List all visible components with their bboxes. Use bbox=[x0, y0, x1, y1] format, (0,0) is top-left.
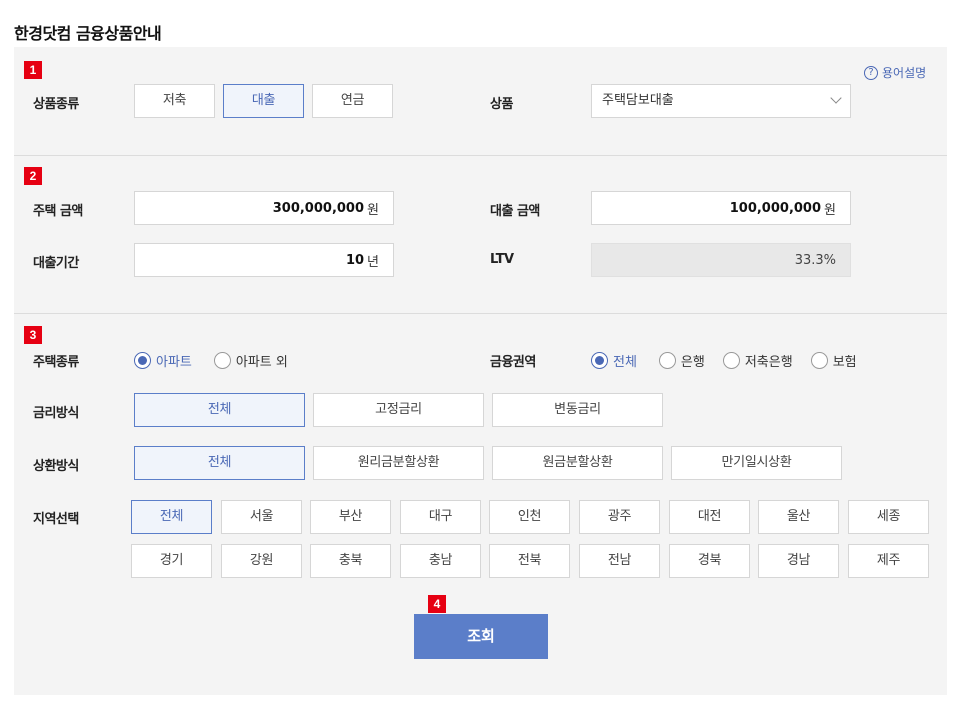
region-daejeon[interactable]: 대전 bbox=[669, 500, 750, 534]
housing-type-group: 아파트 아파트 외 bbox=[134, 351, 310, 370]
region-gyeonggi[interactable]: 경기 bbox=[131, 544, 212, 578]
loan-amount-label: 대출 금액 bbox=[490, 204, 540, 219]
step-badge-4: 4 bbox=[428, 595, 446, 613]
region-sejong[interactable]: 세종 bbox=[848, 500, 929, 534]
region-busan[interactable]: 부산 bbox=[310, 500, 391, 534]
product-select[interactable]: 주택담보대출 bbox=[591, 84, 851, 118]
loan-period-unit: 년 bbox=[367, 254, 379, 270]
search-panel: 1 ? 용어설명 상품종류 저축 대출 연금 상품 주택담보대출 2 주택 금액… bbox=[14, 47, 947, 695]
radio-indicator bbox=[658, 352, 676, 369]
rate-method-all[interactable]: 전체 bbox=[134, 393, 305, 427]
step-badge-2: 2 bbox=[24, 167, 42, 185]
region-jeonnam[interactable]: 전남 bbox=[579, 544, 660, 578]
loan-amount-unit: 원 bbox=[824, 202, 836, 218]
product-type-pension[interactable]: 연금 bbox=[312, 84, 393, 118]
loan-amount-value: 100,000,000 bbox=[729, 200, 822, 216]
section-divider-2 bbox=[14, 313, 947, 314]
radio-label: 아파트 bbox=[156, 355, 192, 370]
radio-all[interactable]: 전체 bbox=[591, 351, 637, 370]
region-gangwon[interactable]: 강원 bbox=[221, 544, 302, 578]
loan-period-value: 10 bbox=[345, 252, 365, 268]
finance-area-group: 전체 은행 저축은행 보험 bbox=[591, 351, 879, 370]
radio-indicator bbox=[213, 352, 231, 369]
house-amount-unit: 원 bbox=[367, 202, 379, 218]
region-gyeongbuk[interactable]: 경북 bbox=[669, 544, 750, 578]
radio-label: 아파트 외 bbox=[235, 355, 288, 370]
product-type-loan[interactable]: 대출 bbox=[223, 84, 304, 118]
step-badge-1: 1 bbox=[24, 61, 42, 79]
rate-method-fixed[interactable]: 고정금리 bbox=[313, 393, 484, 427]
page-title: 한경닷컴 금융상품안내 bbox=[14, 24, 162, 43]
search-button[interactable]: 조회 bbox=[414, 614, 548, 659]
repay-method-label: 상환방식 bbox=[33, 459, 79, 474]
house-amount-label: 주택 금액 bbox=[33, 204, 83, 219]
radio-indicator bbox=[810, 352, 828, 369]
glossary-link[interactable]: ? 용어설명 bbox=[864, 64, 926, 81]
region-chungnam[interactable]: 충남 bbox=[400, 544, 481, 578]
loan-amount-input[interactable]: 100,000,000 원 bbox=[591, 191, 851, 225]
step-badge-3: 3 bbox=[24, 326, 42, 344]
radio-savings-bank[interactable]: 저축은행 bbox=[722, 351, 793, 370]
rate-method-label: 금리방식 bbox=[33, 406, 79, 421]
repay-method-bullet[interactable]: 만기일시상환 bbox=[671, 446, 842, 480]
region-daegu[interactable]: 대구 bbox=[400, 500, 481, 534]
region-gwangju[interactable]: 광주 bbox=[579, 500, 660, 534]
region-incheon[interactable]: 인천 bbox=[489, 500, 570, 534]
radio-label: 보험 bbox=[832, 355, 857, 370]
radio-label: 전체 bbox=[613, 355, 637, 370]
radio-indicator bbox=[722, 352, 740, 369]
ltv-field: 33.3% bbox=[591, 243, 851, 277]
section-divider-1 bbox=[14, 155, 947, 156]
radio-bank[interactable]: 은행 bbox=[658, 351, 705, 370]
region-all[interactable]: 전체 bbox=[131, 500, 212, 534]
house-amount-value: 300,000,000 bbox=[272, 200, 365, 216]
repay-method-principal[interactable]: 원금분할상환 bbox=[492, 446, 663, 480]
rate-method-variable[interactable]: 변동금리 bbox=[492, 393, 663, 427]
radio-apartment[interactable]: 아파트 bbox=[134, 351, 192, 370]
finance-area-label: 금융권역 bbox=[490, 355, 536, 370]
product-type-label: 상품종류 bbox=[33, 97, 79, 112]
ltv-label: LTV bbox=[490, 252, 514, 267]
region-gyeongnam[interactable]: 경남 bbox=[758, 544, 839, 578]
ltv-value: 33.3% bbox=[794, 252, 836, 268]
region-seoul[interactable]: 서울 bbox=[221, 500, 302, 534]
product-label: 상품 bbox=[490, 97, 513, 112]
repay-method-all[interactable]: 전체 bbox=[134, 446, 305, 480]
loan-period-input[interactable]: 10 년 bbox=[134, 243, 394, 277]
radio-label: 은행 bbox=[680, 355, 705, 370]
housing-type-label: 주택종류 bbox=[33, 355, 79, 370]
region-chungbuk[interactable]: 충북 bbox=[310, 544, 391, 578]
house-amount-input[interactable]: 300,000,000 원 bbox=[134, 191, 394, 225]
region-ulsan[interactable]: 울산 bbox=[758, 500, 839, 534]
region-jeonbuk[interactable]: 전북 bbox=[489, 544, 570, 578]
product-select-value: 주택담보대출 bbox=[602, 93, 674, 108]
radio-insurance[interactable]: 보험 bbox=[810, 351, 857, 370]
loan-period-label: 대출기간 bbox=[33, 256, 79, 271]
radio-label: 저축은행 bbox=[744, 355, 793, 370]
glossary-label: 용어설명 bbox=[882, 66, 927, 80]
chevron-down-icon bbox=[830, 92, 842, 104]
radio-indicator bbox=[591, 352, 608, 369]
region-jeju[interactable]: 제주 bbox=[848, 544, 929, 578]
radio-indicator bbox=[134, 352, 151, 369]
product-type-savings[interactable]: 저축 bbox=[134, 84, 215, 118]
region-label: 지역선택 bbox=[33, 512, 79, 527]
question-circle-icon: ? bbox=[864, 65, 878, 80]
radio-non-apartment[interactable]: 아파트 외 bbox=[213, 351, 288, 370]
repay-method-principal-interest[interactable]: 원리금분할상환 bbox=[313, 446, 484, 480]
